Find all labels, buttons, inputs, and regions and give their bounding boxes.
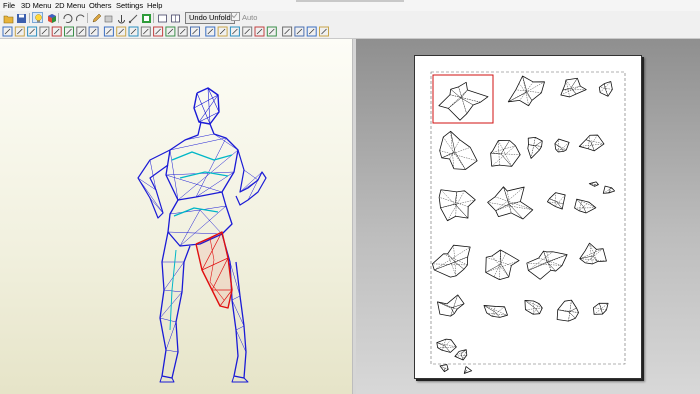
tool-icon[interactable] [217, 26, 228, 37]
mesh-edge [137, 159, 164, 214]
pattern-piece[interactable] [588, 181, 599, 187]
pattern-piece[interactable] [574, 198, 597, 214]
unfolded-pattern[interactable] [415, 56, 643, 380]
menu-file[interactable]: File [3, 1, 15, 10]
tool-icon[interactable] [229, 26, 240, 37]
pattern-piece[interactable] [527, 137, 543, 159]
pattern-piece[interactable] [507, 75, 545, 107]
menu-3d[interactable]: 3D Menu [21, 1, 51, 10]
pattern-piece[interactable] [485, 249, 520, 281]
pattern-piece[interactable] [438, 81, 489, 121]
tool-icon[interactable] [319, 26, 329, 37]
open-icon[interactable] [2, 12, 14, 24]
secondary-tool-icons[interactable] [0, 25, 330, 38]
pattern-piece[interactable] [483, 305, 508, 318]
pattern-piece[interactable] [439, 130, 478, 170]
tool-icon[interactable] [306, 26, 317, 37]
mesh-edge [171, 151, 233, 161]
title-fragment [296, 0, 404, 2]
mesh-edge [179, 171, 229, 179]
tool-icon[interactable] [103, 26, 114, 37]
tool-icon[interactable] [140, 26, 151, 37]
checkbox-box[interactable] [231, 12, 240, 21]
tool-icon[interactable] [39, 26, 50, 37]
selected-part-outline [195, 231, 233, 309]
tool-icon[interactable] [190, 26, 200, 37]
pattern-piece[interactable] [598, 81, 613, 97]
menu-settings[interactable]: Settings [116, 1, 143, 10]
tool-icon[interactable] [266, 26, 277, 37]
tool-icon[interactable] [282, 26, 293, 37]
pattern-piece[interactable] [593, 302, 609, 315]
3d-model-wireframe[interactable] [0, 39, 352, 394]
mesh-edge [165, 121, 239, 201]
tool-icon[interactable] [165, 26, 176, 37]
toolbar-secondary [0, 25, 700, 39]
flip-icon[interactable] [74, 12, 85, 23]
tool-icon[interactable] [88, 26, 99, 37]
rect-icon[interactable] [156, 12, 167, 23]
pattern-piece[interactable] [602, 185, 616, 194]
pattern-piece[interactable] [438, 189, 476, 222]
2d-view-pane[interactable] [356, 39, 700, 394]
pattern-piece[interactable] [439, 364, 449, 373]
tool-icon[interactable] [27, 26, 38, 37]
pattern-piece[interactable] [560, 77, 587, 98]
tool-icon[interactable] [177, 26, 188, 37]
toolbar-main: Undo Unfold Auto [0, 11, 700, 25]
tool-icon[interactable] [14, 26, 25, 37]
mesh-edge [137, 149, 171, 219]
tool-icon[interactable] [51, 26, 62, 37]
chart-icon[interactable] [140, 12, 151, 23]
tool-icon[interactable] [254, 26, 265, 37]
anchor-icon[interactable] [115, 12, 126, 24]
cube-icon[interactable] [45, 12, 56, 23]
pattern-piece[interactable] [526, 250, 568, 280]
tool-icon[interactable] [116, 26, 127, 37]
pencil-icon[interactable] [90, 12, 102, 23]
pattern-piece[interactable] [556, 299, 579, 322]
pattern-piece[interactable] [436, 338, 457, 353]
3d-view-pane[interactable] [0, 39, 352, 394]
grid-icon[interactable] [169, 12, 180, 23]
box-icon[interactable] [102, 12, 113, 23]
pattern-piece[interactable] [487, 186, 534, 220]
mesh-edge [173, 207, 219, 217]
paper-sheet[interactable] [414, 55, 642, 379]
tool-icon[interactable] [153, 26, 164, 37]
pattern-piece[interactable] [490, 140, 521, 167]
save-icon[interactable] [15, 12, 26, 23]
pattern-piece[interactable] [554, 138, 570, 153]
tool-icon[interactable] [205, 26, 216, 37]
mesh-edge [165, 133, 239, 201]
pattern-piece[interactable] [578, 134, 605, 152]
mesh-edge [235, 149, 267, 206]
pattern-piece[interactable] [546, 192, 566, 210]
rotate-icon[interactable] [61, 12, 73, 23]
tool-icon[interactable] [2, 26, 13, 37]
undo-unfold-button[interactable]: Undo Unfold [185, 12, 235, 24]
tool-icon[interactable] [76, 26, 87, 37]
pattern-piece[interactable] [454, 349, 468, 361]
tool-icon[interactable] [242, 26, 253, 37]
mesh-edge [159, 231, 191, 379]
pattern-piece[interactable] [524, 300, 543, 315]
tool-icon[interactable] [294, 26, 305, 37]
auto-label: Auto [242, 13, 258, 22]
edge-icon[interactable] [127, 12, 138, 24]
auto-checkbox[interactable]: Auto [231, 12, 257, 24]
tool-icon[interactable] [64, 26, 74, 37]
pattern-piece[interactable] [437, 294, 465, 317]
pattern-piece[interactable] [579, 242, 607, 265]
pattern-piece[interactable] [463, 366, 473, 374]
menu-help[interactable]: Help [147, 1, 162, 10]
lightbulb-icon[interactable] [32, 12, 43, 23]
menu-others[interactable]: Others [89, 1, 112, 10]
pattern-piece[interactable] [432, 244, 471, 278]
tool-icon[interactable] [128, 26, 139, 37]
menu-2d[interactable]: 2D Menu [55, 1, 85, 10]
